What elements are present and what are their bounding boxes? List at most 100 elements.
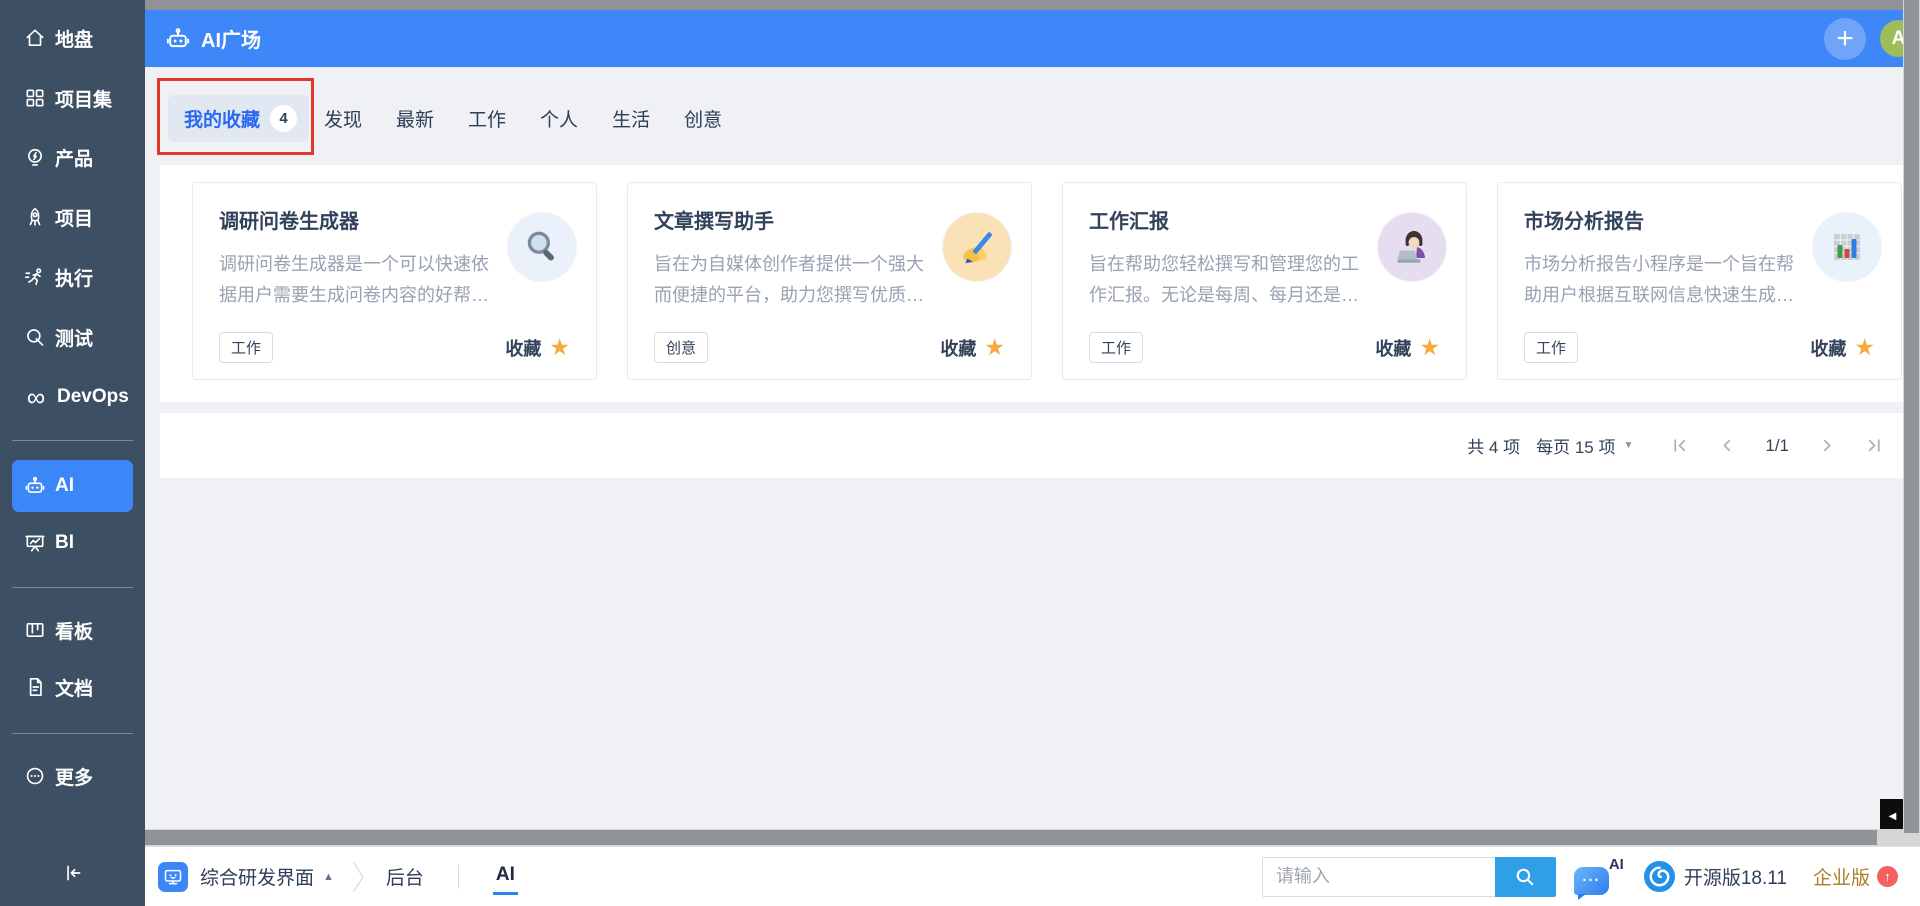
workspace-selector[interactable]: 综合研发界面 ▲ [200, 863, 334, 890]
app-window-icon [158, 861, 188, 892]
chat-ai-label: AI [1608, 855, 1624, 873]
sidebar-item-label: 项目集 [55, 89, 113, 111]
sidebar-item-execution[interactable]: 执行 [0, 255, 145, 299]
sidebar-divider [12, 587, 133, 588]
robot-icon [166, 27, 190, 47]
card-tag: 工作 [1089, 332, 1144, 363]
search-button[interactable] [1494, 856, 1556, 897]
favorite-label: 收藏 [940, 338, 977, 359]
search-input[interactable] [1261, 856, 1495, 897]
vertical-scrollbar-thumb[interactable] [1904, 0, 1919, 833]
workspace-name: 综合研发界面 [200, 868, 315, 889]
horizontal-scrollbar[interactable] [145, 829, 1903, 846]
bottom-bar-right: ··· AI 开源版18.11 企业版 ↑ [1261, 855, 1898, 900]
favorite-button[interactable]: 收藏 ★ [1810, 335, 1875, 361]
first-page-icon[interactable] [1671, 437, 1688, 454]
product-bulb-icon [28, 148, 42, 166]
sidebar-item-bi[interactable]: BI [0, 521, 145, 565]
card-icon-circle [508, 213, 576, 281]
per-page-select[interactable]: 每页 15 项 ▼ [1536, 433, 1633, 458]
page-title: AI广场 [201, 30, 261, 52]
favorite-button[interactable]: 收藏 ★ [940, 335, 1005, 361]
tab-my-favorites[interactable]: 我的收藏 4 [168, 95, 310, 142]
brand: 开源版18.11 [1643, 861, 1787, 892]
sidebar-item-devops[interactable]: ∞ DevOps [0, 375, 145, 419]
chevron-up-icon: ▲ [323, 870, 334, 883]
sidebar-item-label: 看板 [55, 621, 94, 643]
document-icon [29, 678, 42, 696]
ai-chat-button[interactable]: ··· AI [1573, 855, 1626, 900]
nav-divider [457, 864, 459, 889]
sidebar-item-product[interactable]: 产品 [0, 135, 145, 179]
sidebar-divider [12, 733, 133, 734]
vertical-scrollbar[interactable] [1903, 0, 1920, 846]
arrow-up-icon: ↑ [1877, 866, 1898, 887]
sidebar-item-label: BI [55, 532, 74, 553]
bottom-bar: 综合研发界面 ▲ 后台 AI ··· AI [145, 846, 1920, 906]
sidebar-item-label: 更多 [55, 767, 94, 789]
kanban-icon [26, 623, 44, 637]
upgrade-link[interactable]: 企业版 ↑ [1813, 863, 1898, 890]
sidebar-item-label: 地盘 [55, 29, 94, 51]
nav-admin[interactable]: 后台 [386, 863, 424, 890]
pagination-bar: 共 4 项 每页 15 项 ▼ 1/1 [160, 413, 1903, 478]
category-tabs: 发现 最新 工作 个人 生活 创意 [322, 95, 724, 142]
card-footer: 工作 收藏 ★ [1524, 332, 1875, 363]
side-panel-toggle[interactable]: ◀ [1880, 799, 1905, 833]
magnifier-icon [27, 329, 44, 346]
card-icon-circle [1378, 213, 1446, 281]
tab-creative[interactable]: 创意 [682, 105, 724, 132]
app-header: AI广场 + A [145, 10, 1917, 67]
chevron-down-icon: ▼ [1623, 440, 1634, 451]
sidebar-item-ai[interactable]: AI [12, 460, 133, 512]
breadcrumb-separator-icon [353, 861, 364, 892]
favorite-button[interactable]: 收藏 ★ [1375, 335, 1440, 361]
tab-my-favorites-label: 我的收藏 [184, 110, 261, 131]
nav-ai-active[interactable]: AI [492, 858, 518, 895]
star-icon: ★ [1854, 334, 1875, 360]
sidebar-item-project[interactable]: 项目 [0, 195, 145, 239]
card-icon-circle [1813, 213, 1881, 281]
app-card-survey-generator[interactable]: 调研问卷生成器 调研问卷生成器是一个可以快速依据用户需要生成问卷内容的好帮… 工… [192, 182, 597, 380]
last-page-icon[interactable] [1866, 437, 1883, 454]
star-icon: ★ [984, 334, 1005, 360]
total-count: 共 4 项 [1467, 438, 1521, 457]
more-ellipsis-icon [26, 767, 44, 785]
sidebar-item-test[interactable]: 测试 [0, 315, 145, 359]
sidebar-item-kanban[interactable]: 看板 [0, 608, 145, 652]
sidebar-item-label: AI [55, 475, 74, 496]
card-tag: 创意 [654, 332, 709, 363]
prev-page-icon[interactable] [1718, 437, 1735, 454]
infinity-icon: ∞ [26, 382, 46, 412]
chat-dots: ··· [1582, 872, 1601, 889]
tab-personal[interactable]: 个人 [538, 105, 580, 132]
card-footer: 工作 收藏 ★ [1089, 332, 1440, 363]
pager: 1/1 [1671, 436, 1883, 456]
star-icon: ★ [1419, 334, 1440, 360]
tab-work[interactable]: 工作 [466, 105, 508, 132]
app-card-market-analysis[interactable]: 市场分析报告 市场分析报告小程序是一个旨在帮助用户根据互联网信息快速生成… 工作… [1497, 182, 1902, 380]
app-card-work-report[interactable]: 工作汇报 旨在帮助您轻松撰写和管理您的工作汇报。无论是每周、每月还是… 工作 收… [1062, 182, 1467, 380]
card-icon-circle [943, 213, 1011, 281]
screen: 地盘 项目集 产品 项目 执行 测试 ∞ DevOps AI BI 看板 文档 … [0, 0, 1920, 906]
sidebar-item-project-set[interactable]: 项目集 [0, 76, 145, 120]
sidebar-item-more[interactable]: 更多 [0, 754, 145, 798]
sidebar-divider [12, 440, 133, 441]
writing-hand-emoji-icon [963, 232, 992, 264]
tab-life[interactable]: 生活 [610, 105, 652, 132]
project-set-icon [26, 89, 44, 107]
app-card-article-assistant[interactable]: 文章撰写助手 旨在为自媒体创作者提供一个强大而便捷的平台，助力您撰写优质… 创意… [627, 182, 1032, 380]
sidebar-item-homeland[interactable]: 地盘 [0, 16, 145, 60]
create-button[interactable]: + [1824, 17, 1866, 60]
tab-latest[interactable]: 最新 [394, 105, 436, 132]
zentao-logo-icon [1643, 861, 1675, 892]
sidebar-item-label: 测试 [55, 328, 94, 350]
tab-discover[interactable]: 发现 [322, 105, 364, 132]
card-description: 市场分析报告小程序是一个旨在帮助用户根据互联网信息快速生成… [1524, 254, 1794, 305]
horizontal-scrollbar-thumb[interactable] [145, 830, 1877, 845]
favorite-button[interactable]: 收藏 ★ [505, 335, 570, 361]
sidebar-item-doc[interactable]: 文档 [0, 665, 145, 709]
next-page-icon[interactable] [1819, 437, 1836, 454]
sidebar-item-label: 文档 [55, 678, 94, 700]
sidebar-collapse-button[interactable] [0, 851, 145, 895]
